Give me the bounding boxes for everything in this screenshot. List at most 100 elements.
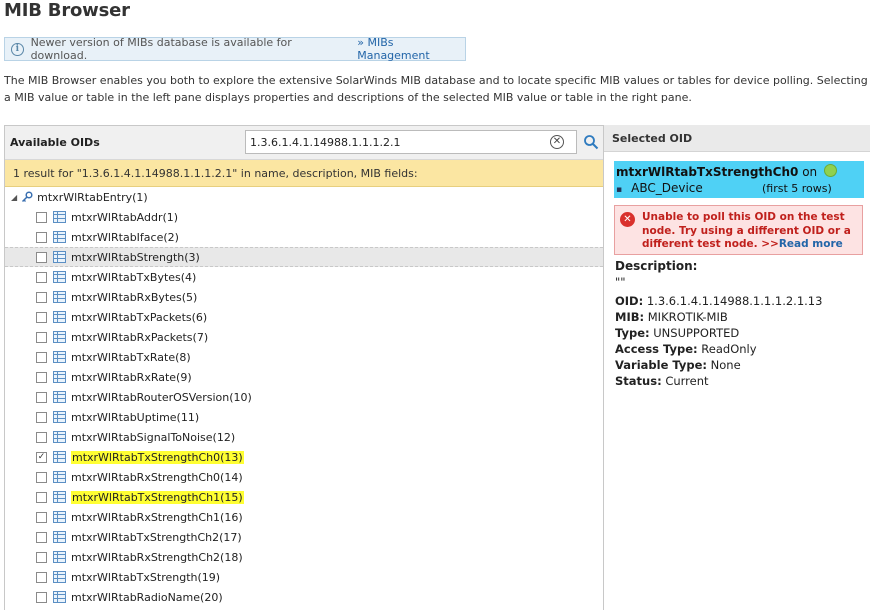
tree-row[interactable]: mtxrWlRtabRxRate(9) bbox=[5, 367, 603, 387]
type-value: UNSUPPORTED bbox=[653, 326, 740, 340]
table-icon bbox=[53, 251, 66, 263]
page-title: MIB Browser bbox=[4, 0, 130, 21]
row-label: mtxrWlRtabRouterOSVersion(10) bbox=[71, 390, 252, 404]
row-label: mtxrWlRtabRxStrengthCh2(18) bbox=[71, 550, 243, 564]
row-checkbox[interactable] bbox=[36, 331, 47, 343]
row-checkbox[interactable] bbox=[36, 351, 47, 363]
tree-row[interactable]: mtxrWlRtabRxStrengthCh2(18) bbox=[5, 547, 603, 567]
row-checkbox[interactable] bbox=[36, 531, 47, 543]
tree-row[interactable]: mtxrWlRtabTxStrength(19) bbox=[5, 567, 603, 587]
row-checkbox[interactable]: ✓ bbox=[36, 451, 47, 463]
row-checkbox[interactable] bbox=[36, 591, 47, 603]
row-label: mtxrWlRtabRxStrengthCh1(16) bbox=[71, 510, 243, 524]
table-icon bbox=[53, 491, 66, 503]
search-icon[interactable] bbox=[583, 134, 599, 150]
mibs-management-link[interactable]: » MIBs Management bbox=[357, 36, 465, 62]
tree-row[interactable]: mtxrWlRtabRouterOSVersion(10) bbox=[5, 387, 603, 407]
info-icon: i bbox=[11, 42, 24, 56]
row-checkbox[interactable] bbox=[36, 511, 47, 523]
row-checkbox[interactable] bbox=[36, 311, 47, 323]
clear-search-icon[interactable]: ✕ bbox=[550, 135, 564, 149]
tree-row[interactable]: mtxrWlRtabUptime(11) bbox=[5, 407, 603, 427]
intro-line-1: The MIB Browser enables you both to expl… bbox=[4, 74, 868, 87]
tree-row[interactable]: mtxrWlRtabTxBytes(4) bbox=[5, 267, 603, 287]
table-icon bbox=[53, 431, 66, 443]
row-checkbox[interactable] bbox=[36, 231, 47, 243]
row-checkbox[interactable] bbox=[36, 251, 47, 263]
tree-root-node[interactable]: ◢ mtxrWlRtabEntry(1) bbox=[5, 187, 603, 207]
tree-row[interactable]: mtxrWlRtabTxPackets(6) bbox=[5, 307, 603, 327]
selected-on-text: on bbox=[802, 165, 818, 179]
row-label: mtxrWlRtabTxRate(8) bbox=[71, 350, 191, 364]
status-value: Current bbox=[665, 374, 709, 388]
row-checkbox[interactable] bbox=[36, 491, 47, 503]
oid-properties: Description: "" OID: 1.3.6.1.4.1.14988.1… bbox=[615, 258, 822, 389]
row-checkbox[interactable] bbox=[36, 551, 47, 563]
table-icon bbox=[53, 411, 66, 423]
table-icon bbox=[53, 471, 66, 483]
table-icon bbox=[53, 291, 66, 303]
type-label: Type: bbox=[615, 326, 650, 340]
test-device-name[interactable]: ABC_Device bbox=[631, 181, 703, 195]
row-label: mtxrWlRtabUptime(11) bbox=[71, 410, 200, 424]
row-label: mtxrWlRtabTxStrength(19) bbox=[71, 570, 221, 584]
row-checkbox[interactable] bbox=[36, 431, 47, 443]
row-label: mtxrWlRtabTxStrengthCh1(15) bbox=[71, 490, 244, 504]
tree-row[interactable]: mtxrWlRtabTxStrengthCh1(15) bbox=[5, 487, 603, 507]
description-value: "" bbox=[615, 275, 626, 289]
row-label: mtxrWlRtabTxStrengthCh0(13) bbox=[71, 450, 244, 464]
collapse-arrow-icon[interactable]: ◢ bbox=[11, 193, 17, 202]
row-checkbox[interactable] bbox=[36, 371, 47, 383]
table-icon bbox=[53, 211, 66, 223]
row-checkbox[interactable] bbox=[36, 291, 47, 303]
row-label: mtxrWlRtabRxStrengthCh0(14) bbox=[71, 470, 243, 484]
variable-type-label: Variable Type: bbox=[615, 358, 707, 372]
table-icon bbox=[53, 571, 66, 583]
tree-row[interactable]: mtxrWlRtabSignalToNoise(12) bbox=[5, 427, 603, 447]
available-oids-header: Available OIDs ✕ bbox=[5, 126, 603, 160]
table-icon bbox=[53, 511, 66, 523]
row-label: mtxrWlRtabStrength(3) bbox=[71, 250, 200, 264]
tree-row[interactable]: mtxrWlRtabAddr(1) bbox=[5, 207, 603, 227]
tree-row[interactable]: mtxrWlRtabRxBytes(5) bbox=[5, 287, 603, 307]
read-more-link[interactable]: Read more bbox=[779, 238, 843, 250]
key-icon bbox=[22, 191, 33, 203]
table-icon bbox=[53, 451, 66, 463]
oid-label: OID: bbox=[615, 294, 644, 308]
status-up-icon bbox=[824, 164, 837, 177]
table-icon bbox=[53, 591, 66, 603]
row-checkbox[interactable] bbox=[36, 271, 47, 283]
row-label: mtxrWlRtabTxBytes(4) bbox=[71, 270, 197, 284]
row-checkbox[interactable] bbox=[36, 411, 47, 423]
row-label: mtxrWlRtabSignalToNoise(12) bbox=[71, 430, 236, 444]
tree-root-label: mtxrWlRtabEntry(1) bbox=[37, 190, 148, 204]
selected-oid-name: mtxrWlRtabTxStrengthCh0 bbox=[616, 165, 799, 179]
table-icon bbox=[53, 331, 66, 343]
row-checkbox[interactable] bbox=[36, 471, 47, 483]
access-type-label: Access Type: bbox=[615, 342, 698, 356]
selected-oid-card: mtxrWlRtabTxStrengthCh0 on ▪ ABC_Device (… bbox=[614, 161, 864, 198]
tree-row[interactable]: mtxrWlRtabTxRate(8) bbox=[5, 347, 603, 367]
row-checkbox[interactable] bbox=[36, 211, 47, 223]
tree-row[interactable]: mtxrWlRtabIface(2) bbox=[5, 227, 603, 247]
status-label: Status: bbox=[615, 374, 662, 388]
tree-row[interactable]: ✓ mtxrWlRtabTxStrengthCh0(13) bbox=[5, 447, 603, 467]
tree-row[interactable]: mtxrWlRtabRxStrengthCh0(14) bbox=[5, 467, 603, 487]
tree-row[interactable]: mtxrWlRtabRxStrengthCh1(16) bbox=[5, 507, 603, 527]
row-checkbox[interactable] bbox=[36, 391, 47, 403]
description-label: Description: bbox=[615, 259, 698, 273]
tree-row[interactable]: mtxrWlRtabRadioName(20) bbox=[5, 587, 603, 607]
mib-value: MIKROTIK-MIB bbox=[647, 310, 728, 324]
access-type-value: ReadOnly bbox=[701, 342, 757, 356]
intro-line-2: a MIB value or table in the left pane di… bbox=[4, 91, 692, 104]
selected-oid-header: Selected OID bbox=[604, 125, 870, 152]
row-checkbox[interactable] bbox=[36, 571, 47, 583]
tree-row[interactable]: mtxrWlRtabRxPackets(7) bbox=[5, 327, 603, 347]
intro-text: The MIB Browser enables you both to expl… bbox=[4, 72, 870, 106]
available-oids-label: Available OIDs bbox=[10, 136, 100, 149]
tree-row[interactable]: mtxrWlRtabStrength(3) bbox=[5, 247, 603, 267]
poll-error-box: ✕ Unable to poll this OID on the test no… bbox=[614, 205, 863, 255]
row-label: mtxrWlRtabIface(2) bbox=[71, 230, 179, 244]
tree-row[interactable]: mtxrWlRtabTxStrengthCh2(17) bbox=[5, 527, 603, 547]
oid-search-input[interactable] bbox=[245, 130, 577, 154]
